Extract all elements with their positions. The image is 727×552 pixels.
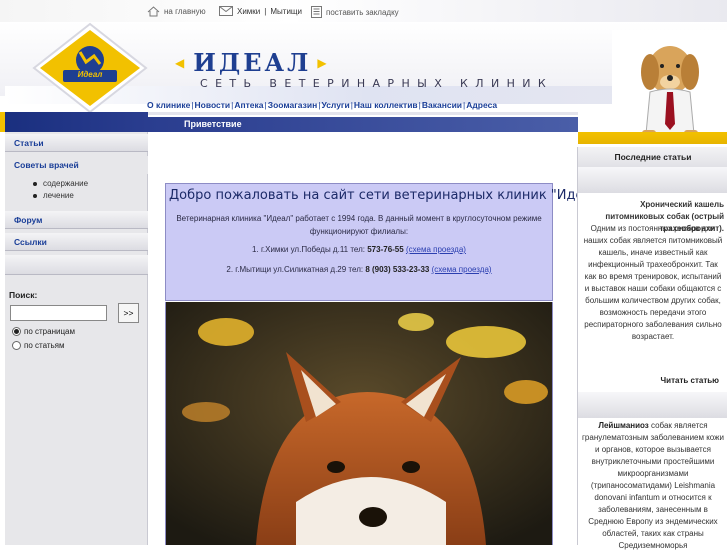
radio-unchecked-icon xyxy=(12,341,21,350)
dog-mascot-image xyxy=(612,30,727,145)
article1-body: Одним из постоянных рисков для наших соб… xyxy=(583,224,723,341)
branch-mytishchi-address: 2. г.Мытищи ул.Силикатная д.29 тел: xyxy=(226,265,364,274)
cities-separator: | xyxy=(264,6,267,16)
right-column: Последние статьи Хронический кашель пито… xyxy=(577,147,727,550)
article2-title[interactable]: Лейшманиоз xyxy=(598,421,648,430)
nav-separator: | xyxy=(418,100,421,110)
nav-separator: | xyxy=(191,100,194,110)
brand-title-text: ИДЕАЛ xyxy=(193,48,312,77)
header-dark-strip xyxy=(0,112,148,132)
left-sidebar: Статьи Советы врачей содержание лечение … xyxy=(5,132,148,545)
brand-subtitle: СЕТЬ ВЕТЕРИНАРНЫХ КЛИНИК xyxy=(200,77,554,90)
branch-khimki-phone: 573-76-55 xyxy=(367,245,404,254)
radio-search-pages[interactable]: по страницам xyxy=(12,327,75,336)
welcome-intro: Ветеринарная клиника "Идеал" работает с … xyxy=(176,214,542,236)
nav-separator: | xyxy=(463,100,466,110)
welcome-box: Добро пожаловать на сайт сети ветеринарн… xyxy=(165,183,611,301)
branch-khimki-address: 1. г.Химки ул.Победы д.11 тел: xyxy=(252,245,365,254)
nav-item[interactable]: Аптека xyxy=(234,100,263,110)
sidebar-empty-item xyxy=(5,255,148,275)
sidebar-item-advice[interactable]: Советы врачей xyxy=(5,156,148,174)
nav-item[interactable]: О клинике xyxy=(147,100,190,110)
article2-body: собак является гранулематозным заболеван… xyxy=(582,421,724,550)
sidebar-subitem-content-label: содержание xyxy=(43,179,89,188)
sidebar-item-forum[interactable]: Форум xyxy=(5,211,148,229)
sidebar-subitem-treatment[interactable]: лечение xyxy=(33,191,74,200)
cities-links: Химки | Мытищи xyxy=(219,6,302,16)
article1-read-more-link[interactable]: Читать статью xyxy=(661,376,719,385)
right-divider-top xyxy=(578,167,727,193)
branch-mytishchi: 2. г.Мытищи ул.Силикатная д.29 тел: 8 (9… xyxy=(166,265,552,274)
search-label: Поиск: xyxy=(9,290,38,300)
nav-separator: | xyxy=(350,100,353,110)
header-accent-line xyxy=(148,112,578,115)
right-yellow-strip xyxy=(578,132,727,144)
search-button[interactable]: >> xyxy=(118,303,139,323)
logo-text: Идеал xyxy=(77,70,103,79)
right-divider-middle xyxy=(578,392,727,418)
bullet-icon xyxy=(33,193,37,198)
fox-photo xyxy=(165,302,553,545)
radio-search-pages-label: по страницам xyxy=(24,327,75,336)
nav-item[interactable]: Наш коллектив xyxy=(354,100,418,110)
article2: Лейшманиоз собак является гранулематозны… xyxy=(582,420,724,552)
branch-khimki: 1. г.Химки ул.Победы д.11 тел: 573-76-55… xyxy=(166,245,552,254)
home-link[interactable]: на главную xyxy=(147,6,206,17)
sidebar-subitem-content[interactable]: содержание xyxy=(33,179,88,188)
nav-separator: | xyxy=(264,100,267,110)
logo[interactable]: Идеал xyxy=(30,22,150,116)
radio-checked-icon xyxy=(12,327,21,336)
branch-khimki-map-link[interactable]: (схема проезда) xyxy=(406,245,466,254)
fox-photo-image xyxy=(166,302,552,545)
main-nav: О клинике|Новости|Аптека|Зоомагазин|Услу… xyxy=(147,100,497,110)
city-mytishchi-link[interactable]: Мытищи xyxy=(270,7,302,16)
brand-title: ◀ ИДЕАЛ ▶ xyxy=(175,48,330,77)
bookmark-link[interactable]: поставить закладку xyxy=(311,6,399,18)
logo-emblem xyxy=(32,22,148,114)
latest-articles-header: Последние статьи xyxy=(578,147,727,167)
nav-item[interactable]: Адреса xyxy=(466,100,497,110)
bookmark-link-label: поставить закладку xyxy=(326,7,399,17)
city-khimki-link[interactable]: Химки xyxy=(237,7,260,16)
left-triangle-icon: ◀ xyxy=(175,55,188,70)
home-link-label: на главную xyxy=(164,7,206,16)
nav-item[interactable]: Услуги xyxy=(321,100,349,110)
radio-search-articles[interactable]: по статьям xyxy=(12,341,65,350)
bookmark-icon xyxy=(311,6,322,18)
top-bar: на главную Химки | Мытищи поставить закл… xyxy=(0,0,727,22)
branch-mytishchi-map-link[interactable]: (схема проезда) xyxy=(432,265,492,274)
welcome-title: Добро пожаловать на сайт сети ветеринарн… xyxy=(169,188,611,203)
sidebar-item-links[interactable]: Ссылки xyxy=(5,233,148,251)
right-triangle-icon: ▶ xyxy=(317,55,330,70)
sidebar-item-articles[interactable]: Статьи xyxy=(5,134,148,152)
greeting-bar: Приветствие xyxy=(148,117,578,132)
radio-search-articles-label: по статьям xyxy=(24,341,65,350)
mail-icon xyxy=(219,6,233,16)
home-icon xyxy=(147,6,160,17)
sidebar-subitem-treatment-label: лечение xyxy=(43,191,74,200)
nav-item[interactable]: Зоомагазин xyxy=(268,100,317,110)
search-input[interactable] xyxy=(10,305,107,321)
nav-item[interactable]: Новости xyxy=(195,100,231,110)
bullet-icon xyxy=(33,181,37,186)
branch-mytishchi-phone: 8 (903) 533-23-33 xyxy=(365,265,430,274)
nav-item[interactable]: Вакансии xyxy=(422,100,462,110)
